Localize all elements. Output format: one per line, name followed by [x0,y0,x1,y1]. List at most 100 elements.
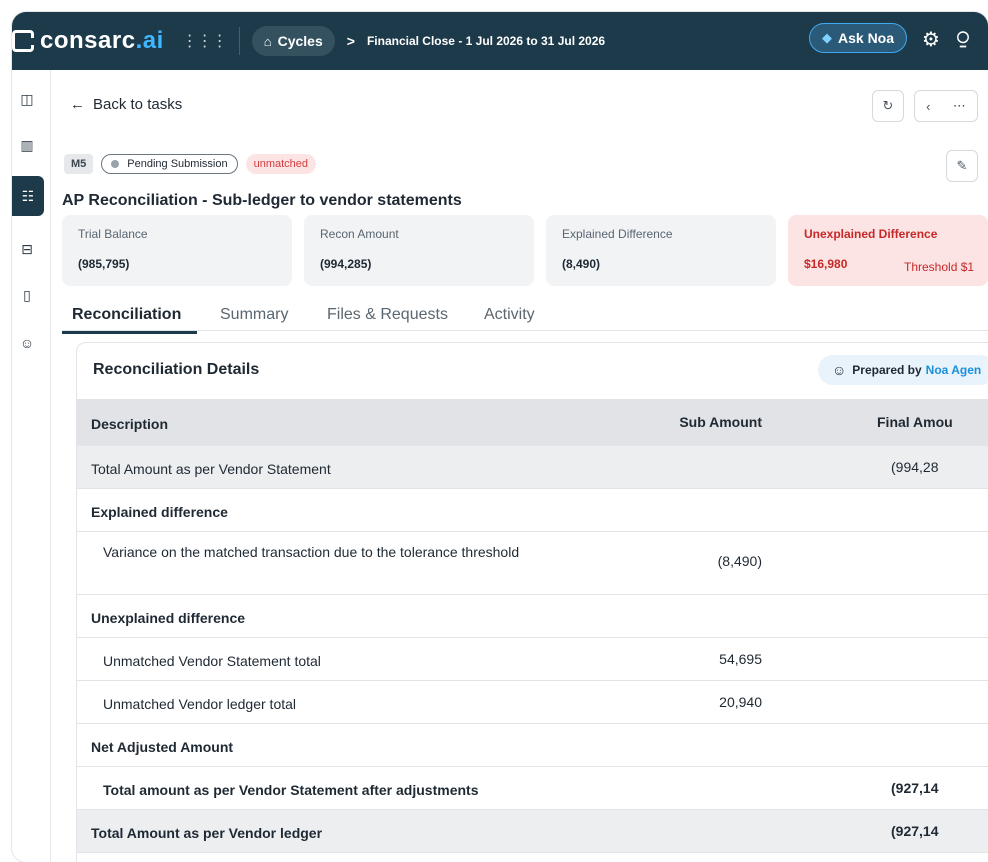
inbox-icon: ⊟ [21,240,33,257]
recon-amount-card: Recon Amount (994,285) [304,215,534,286]
chevron-left-icon[interactable]: ‹ [926,99,930,114]
summary-cards: Trial Balance (985,795) Recon Amount (99… [62,215,988,286]
active-tab-indicator [62,331,197,334]
back-label: Back to tasks [93,96,183,113]
sidebar-toggle-icon[interactable]: ◫ [12,84,42,114]
row-description: Unmatched Vendor Statement total [103,653,321,669]
bot-icon: ☺ [19,335,35,351]
row-section-label: Unexplained difference [91,610,246,626]
sidebar-item-tasks[interactable]: ☷ [12,176,44,216]
navigation-button-group: ‹ ⋯ [914,90,978,122]
sidebar: ◫ ▥ ☷ ⊟ ▯ ☺ [12,70,51,862]
row-section-label: Net Adjusted Amount [91,739,234,755]
row-description: Unmatched Vendor ledger total [103,696,297,712]
row-description: Variance on the matched transaction due … [103,544,520,560]
sparkle-icon: ◆ [822,30,832,45]
card-value: (8,490) [562,257,601,271]
tab-reconciliation[interactable]: Reconciliation [72,306,181,324]
ask-noa-label: Ask Noa [838,30,895,46]
home-icon: ⌂ [263,33,272,49]
table-row: Unmatched Vendor Statement total 54,695 [77,638,988,681]
row-final-amount: (927,14 [891,780,939,796]
status-label: Pending Submission [127,158,228,170]
header-actions: ↻ ‹ ⋯ [872,90,978,122]
card-label: Explained Difference [562,227,673,241]
card-label: Trial Balance [78,227,148,241]
row-description: Total amount as per Vendor Statement aft… [103,782,479,798]
card-value: (985,795) [78,257,130,271]
main-content: ← Back to tasks ↻ ‹ ⋯ M5 Pending Submissi… [50,70,988,862]
back-to-tasks-link[interactable]: ← Back to tasks [70,96,182,113]
prepared-by-label: Prepared by [852,363,922,377]
apps-grid-icon[interactable]: ⋮⋮⋮ [182,31,228,51]
column-header-description: Description [91,416,169,432]
table-row: Variance on the matched transaction due … [77,532,988,595]
unexplained-difference-card: Unexplained Difference $16,980 Threshold… [788,215,988,286]
table-header: Description Sub Amount Final Amou [77,399,988,446]
table-row: Total Amount as per Vendor ledger (927,1… [77,810,988,853]
bot-icon: ☺ [832,362,847,378]
sidebar-item-agents[interactable]: ☺ [12,328,42,358]
row-final-amount: (994,28 [891,459,939,475]
top-bar: consarc.ai ⋮⋮⋮ ⌂ Cycles > Financial Clos… [12,12,988,70]
panel-title: Reconciliation Details [93,361,260,378]
card-label: Unexplained Difference [804,227,938,241]
ask-noa-button[interactable]: ◆ Ask Noa [809,23,908,53]
column-header-final-amount: Final Amou [877,414,953,430]
table-row: Total amount as per Vendor Statement aft… [77,767,988,810]
edit-button[interactable]: ✎ [946,150,978,182]
task-code-badge: M5 [64,154,94,174]
explained-difference-card: Explained Difference (8,490) [546,215,776,286]
sidebar-item-documents[interactable]: ▯ [12,280,42,310]
logo-mark-icon [12,30,35,52]
card-label: Recon Amount [320,227,399,241]
more-horizontal-icon[interactable]: ⋯ [953,98,966,114]
column-header-sub-amount: Sub Amount [679,414,762,430]
pencil-icon: ✎ [956,158,968,173]
sidebar-item-inbox[interactable]: ⊟ [12,234,42,264]
threshold-value: Threshold $1 [904,260,975,274]
prepared-by-badge[interactable]: ☺ Prepared by Noa Agen [818,355,988,385]
table-row: Explained difference [77,489,988,532]
row-sub-amount: (8,490) [717,553,762,569]
match-state-badge: unmatched [245,154,317,174]
tab-files-requests[interactable]: Files & Requests [327,306,448,324]
arrow-left-icon: ← [70,96,85,113]
tab-bar: Reconciliation Summary Files & Requests … [62,296,988,334]
cycles-button[interactable]: ⌂ Cycles [251,26,335,56]
bar-chart-icon: ▥ [20,136,34,153]
card-value: (994,285) [320,257,372,271]
refresh-icon: ↻ [882,98,894,113]
brand-name: consarc.ai [40,27,164,54]
table-row: Net Adjusted Amount [77,724,988,767]
status-dot-icon [111,160,120,168]
status-badge[interactable]: Pending Submission [101,154,238,174]
breadcrumb-separator: > [346,33,355,49]
row-sub-amount: 54,695 [719,651,762,667]
row-sub-amount: 20,940 [719,694,762,710]
gear-icon[interactable]: ⚙ [922,27,940,52]
divider [238,27,240,55]
agent-name: Noa Agen [925,363,982,377]
task-tags: M5 Pending Submission unmatched [64,154,317,174]
brand-logo[interactable]: consarc.ai [12,27,164,55]
row-description: Total Amount as per Vendor Statement [91,461,331,477]
document-icon: ▯ [23,286,31,303]
cycles-label: Cycles [277,33,323,49]
reconciliation-table: Description Sub Amount Final Amou Total … [77,399,988,853]
tab-summary[interactable]: Summary [220,306,288,324]
user-menu-icon[interactable]: ⍜ [957,27,969,50]
reconciliation-details-panel: Reconciliation Details ☺ Prepared by Noa… [76,342,988,862]
sidebar-item-dashboard[interactable]: ▥ [12,130,42,160]
table-row: Total Amount as per Vendor Statement (99… [77,446,988,489]
row-section-label: Explained difference [91,504,228,520]
page-title: AP Reconciliation - Sub-ledger to vendor… [62,192,462,209]
refresh-button[interactable]: ↻ [872,90,904,122]
breadcrumb-current[interactable]: Financial Close - 1 Jul 2026 to 31 Jul 2… [367,34,605,48]
trial-balance-card: Trial Balance (985,795) [62,215,292,286]
table-row: Unexplained difference [77,595,988,638]
row-description: Total Amount as per Vendor ledger [91,825,323,841]
tab-activity[interactable]: Activity [484,306,535,324]
task-list-icon: ☷ [21,187,35,204]
app-window: consarc.ai ⋮⋮⋮ ⌂ Cycles > Financial Clos… [12,12,988,862]
